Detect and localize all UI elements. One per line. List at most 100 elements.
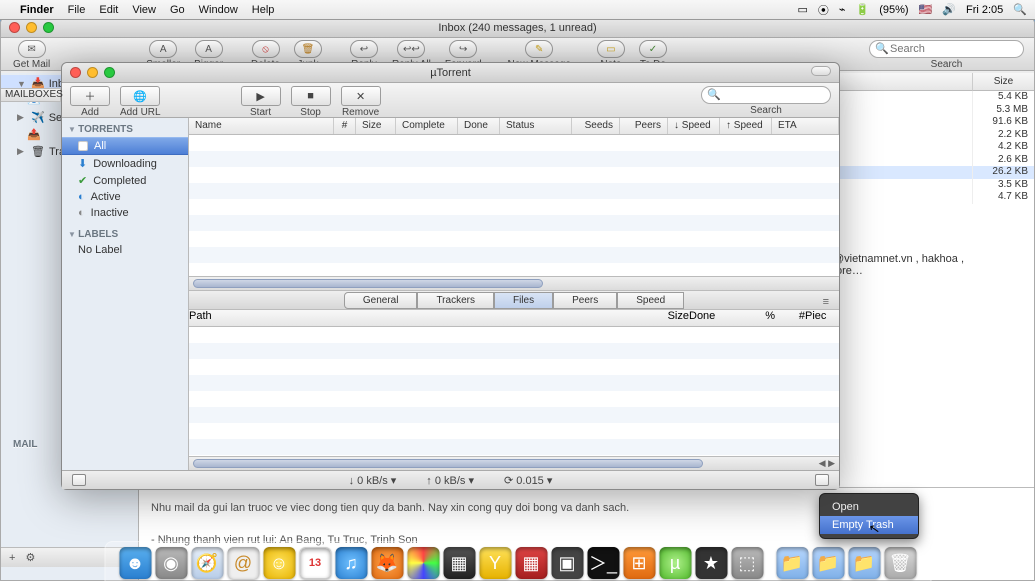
minimize-icon[interactable] [26, 22, 37, 33]
mail-titlebar[interactable]: Inbox (240 messages, 1 unread) [1, 18, 1034, 38]
menu-window[interactable]: Window [199, 4, 238, 16]
dock-folder-3[interactable]: 📁 [848, 547, 880, 579]
tab-speed[interactable]: Speed [617, 292, 684, 309]
col-complete[interactable]: Complete [396, 118, 458, 134]
ctx-open[interactable]: Open [820, 498, 918, 516]
col-size[interactable]: Size [356, 118, 396, 134]
dcol-path[interactable]: Path [189, 310, 643, 326]
status-up[interactable]: ↑ 0 kB/s ▾ [426, 474, 474, 487]
sidebar-item-completed[interactable]: ✔Completed [62, 172, 188, 189]
sidebar-item-downloading[interactable]: ⬇Downloading [62, 155, 188, 172]
status-ratio[interactable]: ⟳ 0.015 ▾ [504, 474, 552, 487]
dcol-pct[interactable]: % [735, 310, 775, 326]
size-column-header[interactable]: Size [972, 73, 1034, 91]
tab-peers[interactable]: Peers [553, 292, 617, 309]
sidebar-item-inactive[interactable]: ◐Inactive [62, 205, 188, 221]
add-button[interactable]: ＋ [70, 86, 110, 106]
smaller-button[interactable]: A [149, 40, 177, 58]
torrents-header[interactable]: TORRENTS [62, 122, 188, 137]
dock-yahoo[interactable]: Y [479, 547, 511, 579]
dock-dashboard[interactable]: ◉ [155, 547, 187, 579]
new-message-button[interactable]: ✎ [525, 40, 553, 58]
labels-header[interactable]: LABELS [62, 227, 188, 242]
col-up-speed[interactable]: ↑ Speed [720, 118, 772, 134]
add-url-button[interactable]: 🌐 [120, 86, 160, 106]
col-num[interactable]: # [334, 118, 356, 134]
forward-button[interactable]: ↪ [449, 40, 477, 58]
ut-horizontal-scrollbar[interactable] [189, 276, 839, 290]
todo-button[interactable]: ✓ [639, 40, 667, 58]
col-seeds[interactable]: Seeds [572, 118, 620, 134]
wifi-icon[interactable]: ⦿ [818, 2, 829, 18]
dock-ichat[interactable]: ☺ [263, 547, 295, 579]
remove-button[interactable]: ✕ [341, 86, 381, 106]
dcol-size[interactable]: Size [643, 310, 689, 326]
close-icon[interactable] [9, 22, 20, 33]
delete-button[interactable]: ⦸ [252, 40, 280, 58]
reply-button[interactable]: ↩ [350, 40, 378, 58]
dock-vmware[interactable]: ▣ [551, 547, 583, 579]
active-app-name[interactable]: Finder [20, 4, 54, 16]
dock-rdc[interactable]: ⊞ [623, 547, 655, 579]
dock-utorrent[interactable]: µ [659, 547, 691, 579]
dock-folder-2[interactable]: 📁 [812, 547, 844, 579]
menu-edit[interactable]: Edit [99, 4, 118, 16]
zoom-icon[interactable] [104, 67, 115, 78]
left-pane-toggle[interactable] [72, 474, 86, 486]
display-icon[interactable]: ▭ [798, 3, 808, 16]
volume-icon[interactable]: 🔊 [942, 3, 956, 16]
sidebar-item-nolabel[interactable]: No Label [62, 242, 188, 258]
dock-finder[interactable]: ☻ [119, 547, 151, 579]
dcol-pieces[interactable]: Piec [805, 310, 839, 326]
stop-button[interactable]: ■ [291, 86, 331, 106]
reply-all-button[interactable]: ↩↩ [397, 40, 425, 58]
dock-trash[interactable]: 🗑 [884, 547, 916, 579]
ut-file-list[interactable] [189, 327, 839, 456]
bluetooth-icon[interactable]: ⌁ [839, 3, 846, 16]
toolbar-toggle-button[interactable] [811, 66, 831, 76]
dock-app-misc[interactable]: ⬚ [731, 547, 763, 579]
ut-detail-scrollbar[interactable]: ◀ ▶ [189, 456, 839, 470]
dock-imovie[interactable]: ★ [695, 547, 727, 579]
menu-view[interactable]: View [132, 4, 156, 16]
close-icon[interactable] [70, 67, 81, 78]
col-down-speed[interactable]: ↓ Speed [668, 118, 720, 134]
dcol-done[interactable]: Done [689, 310, 735, 326]
scrollbar-thumb[interactable] [193, 459, 703, 468]
dcol-num[interactable]: # [775, 310, 805, 326]
get-mail-button[interactable]: ✉︎ [18, 40, 46, 58]
col-eta[interactable]: ETA [772, 118, 839, 134]
ut-detail-columns[interactable]: Path Size Done % # Piec [189, 310, 839, 327]
menu-go[interactable]: Go [170, 4, 185, 16]
sidebar-item-all[interactable]: All [62, 137, 188, 155]
add-mailbox-button[interactable]: + [9, 552, 15, 564]
menu-file[interactable]: File [68, 4, 86, 16]
scrollbar-thumb[interactable] [193, 279, 543, 288]
bigger-button[interactable]: A [195, 40, 223, 58]
ut-column-headers[interactable]: Name # Size Complete Done Status Seeds P… [189, 118, 839, 135]
tab-trackers[interactable]: Trackers [417, 292, 494, 309]
zoom-icon[interactable] [43, 22, 54, 33]
input-flag[interactable]: 🇺🇸 [919, 3, 933, 16]
status-down[interactable]: ↓ 0 kB/s ▾ [349, 474, 397, 487]
tab-general[interactable]: General [344, 292, 418, 309]
detail-menu-icon[interactable]: ≡ [823, 296, 829, 308]
start-button[interactable]: ▶ [241, 86, 281, 106]
dock-safari[interactable]: 🧭 [191, 547, 223, 579]
col-name[interactable]: Name [189, 118, 334, 134]
note-button[interactable]: ▭ [597, 40, 625, 58]
menu-help[interactable]: Help [252, 4, 275, 16]
dock-app-red[interactable]: ▦ [515, 547, 547, 579]
col-status[interactable]: Status [500, 118, 572, 134]
ut-titlebar[interactable]: µTorrent [62, 63, 839, 83]
clock[interactable]: Fri 2:05 [966, 4, 1003, 16]
dock-preview[interactable]: ▦ [443, 547, 475, 579]
dock-terminal[interactable]: ＞_ [587, 547, 619, 579]
dock-ical[interactable]: 13 [299, 547, 331, 579]
tab-files[interactable]: Files [494, 292, 553, 309]
dock-itunes[interactable]: ♫ [335, 547, 367, 579]
sidebar-item-active[interactable]: ◐Active [62, 189, 188, 205]
spotlight-icon[interactable]: 🔍 [1013, 3, 1027, 16]
right-pane-toggle[interactable] [815, 474, 829, 486]
junk-button[interactable]: 🗑 [294, 40, 322, 58]
